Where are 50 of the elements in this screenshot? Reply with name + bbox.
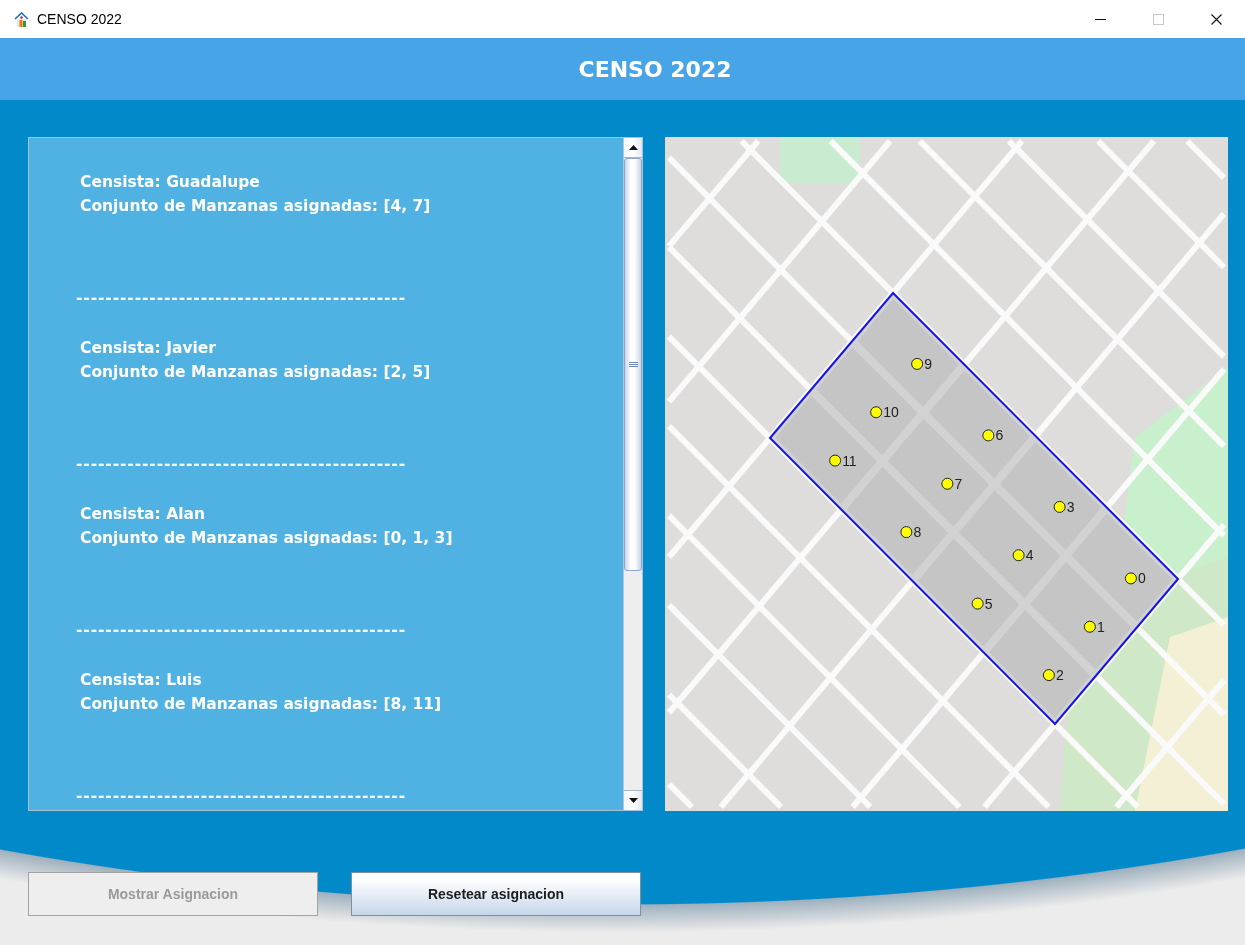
block-number-label: 3	[1066, 498, 1075, 515]
block-number-label: 11	[842, 452, 857, 469]
block-number-label: 5	[984, 595, 993, 612]
block-marker-icon	[982, 429, 995, 442]
block-marker-icon	[911, 357, 924, 370]
block-marker-icon	[870, 406, 883, 419]
block-number-label: 0	[1137, 570, 1146, 587]
block-marker-icon	[1012, 549, 1025, 562]
block-marker-icon	[829, 454, 842, 467]
block-marker-icon	[941, 477, 954, 490]
block-marker-icon	[1083, 620, 1096, 633]
grip-icon	[628, 362, 638, 367]
assigned-blocks-text: Conjunto de Manzanas asignadas: [0, 1, 3]	[80, 528, 453, 549]
minimize-icon	[1094, 18, 1106, 20]
separator-text: ---------------------------------------------	[76, 288, 406, 309]
close-icon	[1210, 13, 1222, 25]
app-house-icon	[14, 11, 29, 27]
block-marker-icon	[1053, 500, 1066, 513]
block-number-label: 6	[995, 427, 1004, 444]
census-taker-name: Censista: Guadalupe	[80, 172, 260, 193]
census-taker-name: Censista: Javier	[80, 338, 216, 359]
scroll-up-button[interactable]	[624, 138, 642, 158]
block-number-label: 7	[954, 475, 963, 492]
scroll-down-button[interactable]	[624, 790, 642, 810]
block-marker-icon	[1042, 669, 1055, 682]
up-arrow-icon	[628, 145, 638, 150]
block-number-label: 4	[1025, 547, 1034, 564]
assigned-blocks-text: Conjunto de Manzanas asignadas: [8, 11]	[80, 694, 442, 715]
separator-text: ---------------------------------------------	[76, 620, 406, 641]
separator-text: ---------------------------------------------	[76, 454, 406, 475]
block-number-label: 9	[924, 355, 932, 372]
maximize-icon	[1152, 13, 1164, 25]
block-marker-icon	[971, 597, 984, 610]
census-taker-name: Censista: Alan	[80, 504, 205, 525]
scrollbar-track[interactable]	[623, 138, 642, 810]
window-title: CENSO 2022	[37, 9, 122, 29]
header-title: CENSO 2022	[578, 55, 732, 84]
down-arrow-icon	[628, 798, 638, 803]
block-number-label: 8	[913, 524, 922, 541]
block-number-label: 1	[1096, 618, 1105, 635]
block-number-label: 2	[1055, 667, 1064, 684]
assigned-blocks-text: Conjunto de Manzanas asignadas: [2, 5]	[80, 362, 431, 383]
scroll-thumb[interactable]	[624, 158, 642, 571]
action-button[interactable]: Resetear asignacion	[351, 872, 641, 916]
block-marker-icon	[1124, 572, 1137, 585]
block-marker-icon	[900, 526, 913, 539]
census-taker-name: Censista: Luis	[80, 670, 202, 691]
assigned-blocks-text: Conjunto de Manzanas asignadas: [4, 7]	[80, 196, 431, 217]
separator-text: ---------------------------------------------	[76, 786, 406, 807]
block-number-label: 10	[883, 404, 899, 421]
